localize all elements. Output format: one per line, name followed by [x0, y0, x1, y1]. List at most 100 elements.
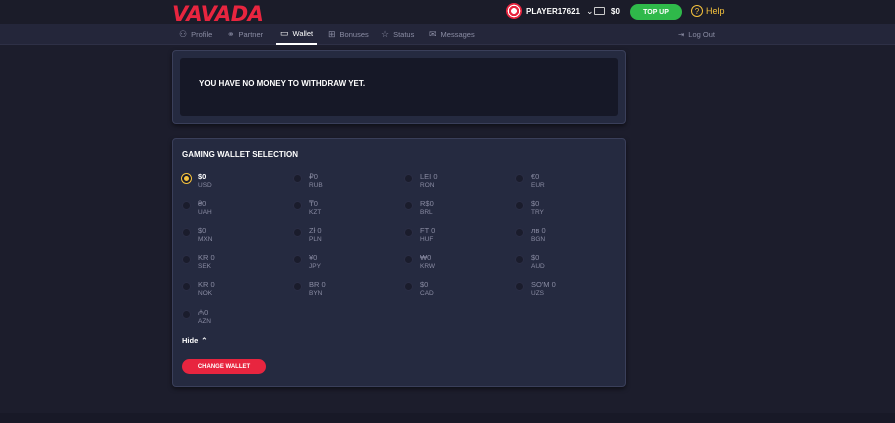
tab-bonuses[interactable]: ⊞ Bonuses	[328, 24, 369, 45]
chevron-down-icon[interactable]: ⌄	[586, 6, 594, 17]
currency-option-jpy[interactable]: ¥0 JPY	[293, 252, 393, 276]
currency-option-try[interactable]: $0 TRY	[515, 198, 615, 222]
currency-code: RON	[420, 182, 435, 189]
tab-label: Messages	[440, 30, 475, 39]
radio-button[interactable]	[182, 174, 191, 183]
currency-symbol: LEI 0	[420, 172, 438, 181]
radio-button[interactable]	[404, 255, 413, 264]
radio-button[interactable]	[182, 255, 191, 264]
currency-option-ron[interactable]: LEI 0 RON	[404, 171, 504, 195]
radio-button[interactable]	[293, 174, 302, 183]
currency-code: RUB	[309, 182, 323, 189]
radio-button[interactable]	[404, 282, 413, 291]
logout-icon: ⇥	[678, 30, 685, 39]
currency-option-huf[interactable]: FT 0 HUF	[404, 225, 504, 249]
radio-button[interactable]	[293, 255, 302, 264]
user-menu[interactable]: PLAYER17621 ⌄	[506, 3, 594, 19]
avatar	[506, 3, 522, 19]
wallet-icon	[594, 7, 605, 15]
balance: $0	[611, 7, 620, 16]
help-label: Help	[706, 6, 725, 16]
mail-icon: ✉	[429, 29, 437, 39]
currency-code: HUF	[420, 236, 434, 243]
currency-symbol: R$0	[420, 199, 434, 208]
currency-option-azn[interactable]: ₼0 AZN	[182, 307, 282, 331]
tab-partner[interactable]: ⚭ Partner	[227, 24, 263, 45]
vavada-logo[interactable]: VAVADA	[172, 2, 264, 26]
currency-symbol: $0	[198, 226, 207, 235]
currency-option-uzs[interactable]: SO'M 0 UZS	[515, 279, 615, 303]
tab-status[interactable]: ☆ Status	[381, 24, 414, 45]
star-icon: ☆	[381, 29, 390, 39]
withdraw-panel: YOU HAVE NO MONEY TO WITHDRAW YET.	[172, 50, 626, 124]
radio-button[interactable]	[182, 228, 191, 237]
question-icon: ?	[691, 5, 703, 17]
currency-code: PLN	[309, 236, 322, 243]
username: PLAYER17621	[526, 6, 580, 16]
tab-messages[interactable]: ✉ Messages	[429, 24, 475, 45]
radio-button[interactable]	[515, 282, 524, 291]
currency-symbol: ¥0	[309, 253, 318, 262]
currency-option-nok[interactable]: KR 0 NOK	[182, 279, 282, 303]
currency-code: EUR	[531, 182, 545, 189]
radio-button[interactable]	[404, 174, 413, 183]
logout-label: Log Out	[688, 30, 715, 39]
currency-symbol: $0	[198, 172, 207, 181]
currency-symbol: KR 0	[198, 280, 215, 289]
currency-option-mxn[interactable]: $0 MXN	[182, 225, 282, 249]
radio-button[interactable]	[515, 201, 524, 210]
top-bar: VAVADA PLAYER17621 ⌄ $0 TOP UP ? Help	[0, 0, 895, 26]
currency-option-cad[interactable]: $0 CAD	[404, 279, 504, 303]
currency-option-bgn[interactable]: лв 0 BGN	[515, 225, 615, 249]
currency-option-uah[interactable]: ₴0 UAH	[182, 198, 282, 222]
radio-button[interactable]	[515, 174, 524, 183]
currency-option-sek[interactable]: KR 0 SEK	[182, 252, 282, 276]
currency-option-eur[interactable]: €0 EUR	[515, 171, 615, 195]
tab-profile[interactable]: ⚇ Profile	[179, 24, 212, 45]
currency-code: NOK	[198, 290, 213, 297]
hide-toggle[interactable]: Hide ⌃	[182, 336, 208, 345]
currency-symbol: лв 0	[531, 226, 546, 235]
radio-button[interactable]	[182, 201, 191, 210]
wallet-icon: ▭	[280, 28, 289, 38]
help-link[interactable]: ? Help	[691, 5, 725, 17]
currency-code: BGN	[531, 236, 546, 243]
account-nav: ⚇ Profile ⚭ Partner ▭ Wallet ⊞ Bonuses ☆…	[0, 24, 895, 45]
change-wallet-button[interactable]: CHANGE WALLET	[182, 359, 266, 374]
radio-button[interactable]	[404, 228, 413, 237]
currency-option-rub[interactable]: ₽0 RUB	[293, 171, 393, 195]
currency-option-usd[interactable]: $0 USD	[182, 171, 282, 195]
radio-button[interactable]	[515, 255, 524, 264]
radio-button[interactable]	[182, 282, 191, 291]
chevron-up-icon: ⌃	[201, 336, 208, 345]
currency-option-byn[interactable]: BR 0 BYN	[293, 279, 393, 303]
currency-option-kzt[interactable]: ₸0 KZT	[293, 198, 393, 222]
currency-symbol: Zł 0	[309, 226, 322, 235]
tab-label: Partner	[238, 30, 264, 39]
tab-label: Status	[393, 30, 415, 39]
currency-code: TRY	[531, 209, 544, 216]
radio-button[interactable]	[293, 201, 302, 210]
currency-option-aud[interactable]: $0 AUD	[515, 252, 615, 276]
tab-wallet[interactable]: ▭ Wallet	[276, 24, 318, 45]
currency-symbol: KR 0	[198, 253, 215, 262]
currency-option-krw[interactable]: ₩0 KRW	[404, 252, 504, 276]
radio-button[interactable]	[404, 201, 413, 210]
top-up-button[interactable]: TOP UP	[630, 4, 682, 20]
wallet-selection-title: GAMING WALLET SELECTION	[182, 150, 298, 159]
radio-button[interactable]	[515, 228, 524, 237]
currency-option-pln[interactable]: Zł 0 PLN	[293, 225, 393, 249]
currency-option-brl[interactable]: R$0 BRL	[404, 198, 504, 222]
tab-label: Wallet	[292, 29, 314, 38]
radio-button[interactable]	[182, 310, 191, 319]
currency-symbol: ₼0	[198, 308, 209, 317]
currency-symbol: $0	[531, 199, 540, 208]
currency-code: KRW	[420, 263, 436, 270]
currency-code: MXN	[198, 236, 213, 243]
currency-symbol: $0	[531, 253, 540, 262]
radio-button[interactable]	[293, 282, 302, 291]
currency-code: UAH	[198, 209, 212, 216]
radio-button[interactable]	[293, 228, 302, 237]
logout-link[interactable]: ⇥ Log Out	[678, 24, 715, 45]
currency-symbol: ₸0	[309, 199, 318, 208]
